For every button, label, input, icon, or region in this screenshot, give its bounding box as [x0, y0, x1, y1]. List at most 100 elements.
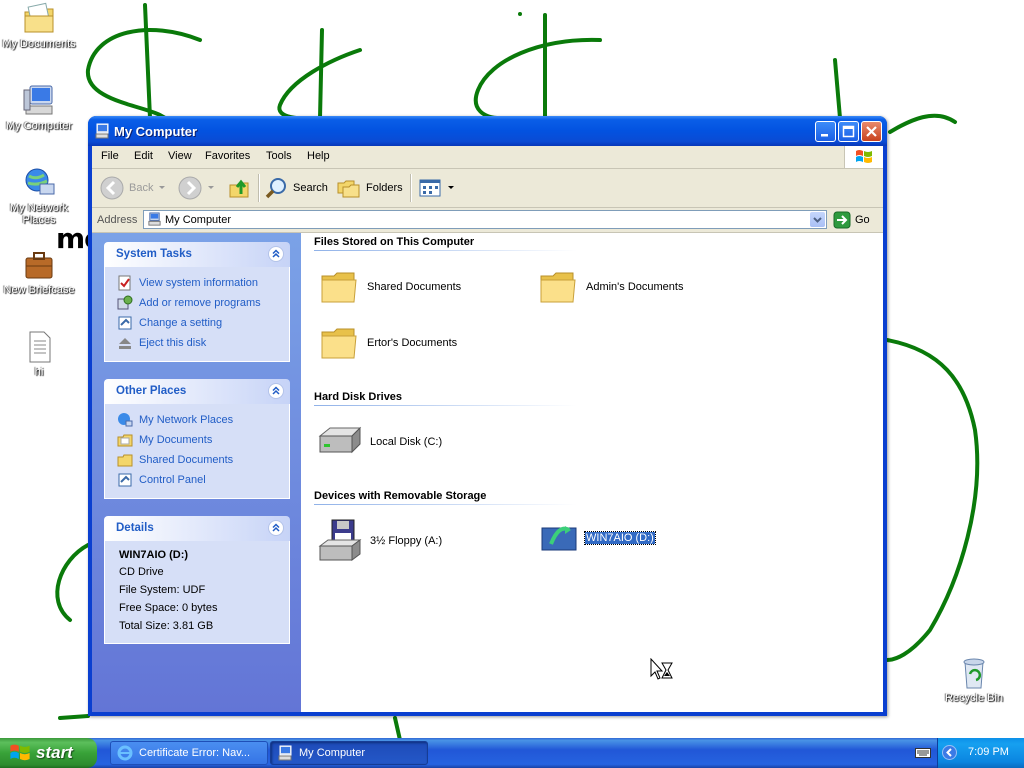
toolbar-separator: [258, 174, 260, 202]
dropdown-arrow-icon: [448, 186, 454, 189]
menu-help[interactable]: Help: [307, 150, 330, 162]
task-eject-disk[interactable]: Eject this disk: [117, 333, 289, 353]
menu-favorites[interactable]: Favorites: [205, 150, 250, 162]
dropdown-arrow-icon: [159, 186, 166, 189]
add-remove-programs-icon: [117, 295, 133, 310]
minimize-button[interactable]: [815, 121, 836, 142]
collapse-toggle[interactable]: [268, 383, 284, 399]
desktop-icon-label: My Computer: [5, 120, 73, 132]
address-dropdown-button[interactable]: [810, 212, 825, 227]
menu-view[interactable]: View: [168, 150, 192, 162]
taskbar-button-my-computer[interactable]: My Computer: [270, 741, 428, 765]
desktop-icon-recycle-bin[interactable]: Recycle Bin: [934, 656, 1014, 704]
panel-title: Details: [116, 522, 154, 534]
item-label: Shared Documents: [367, 281, 462, 293]
start-button[interactable]: start: [0, 738, 97, 768]
desktop-icon-text-file[interactable]: hi: [0, 330, 79, 378]
menu-bar: File Edit View Favorites Tools Help: [92, 146, 883, 169]
desktop-icon-label: New Briefcase: [3, 284, 75, 296]
text-file-icon: [29, 331, 51, 363]
details-header[interactable]: Details: [104, 516, 290, 541]
forward-arrow-icon: [178, 176, 202, 200]
item-shared-documents[interactable]: Shared Documents: [319, 267, 461, 307]
other-places-header[interactable]: Other Places: [104, 379, 290, 404]
my-documents-icon: [24, 2, 54, 33]
views-button[interactable]: [418, 176, 455, 200]
system-tasks-header[interactable]: System Tasks: [104, 242, 290, 267]
task-label: View system information: [139, 277, 259, 289]
start-label: start: [36, 743, 73, 762]
panel-title: System Tasks: [116, 248, 192, 260]
briefcase-icon: [25, 252, 53, 279]
group-header-files-stored: Files Stored on This Computer: [314, 236, 576, 251]
control-panel-icon: [118, 316, 132, 330]
address-label: Address: [97, 214, 138, 226]
task-view-system-info[interactable]: View system information: [117, 273, 289, 293]
desktop-icon-my-computer[interactable]: My Computer: [0, 84, 79, 132]
back-button[interactable]: Back: [100, 176, 166, 200]
maximize-button[interactable]: [838, 121, 859, 142]
menu-edit[interactable]: Edit: [134, 150, 153, 162]
hard-disk-icon: [318, 426, 362, 454]
recycle-bin-icon: [963, 658, 985, 689]
place-my-documents[interactable]: My Documents: [117, 430, 289, 450]
item-label: Admin's Documents: [586, 281, 684, 293]
other-places-body: My Network Places My Documents Shared Do…: [104, 404, 290, 499]
desktop-icon-my-documents[interactable]: My Documents: [0, 2, 79, 50]
menu-file[interactable]: File: [101, 150, 119, 162]
place-control-panel[interactable]: Control Panel: [117, 470, 289, 490]
my-computer-icon: [148, 212, 161, 226]
taskbar-button-certificate-error[interactable]: Certificate Error: Nav...: [110, 741, 268, 765]
place-label: My Network Places: [139, 414, 234, 426]
collapse-toggle[interactable]: [268, 520, 284, 536]
window-title: My Computer: [114, 124, 198, 139]
search-button[interactable]: Search: [264, 176, 328, 200]
place-label: Control Panel: [139, 474, 206, 486]
windows-flag-icon: [10, 744, 30, 761]
address-input[interactable]: My Computer: [143, 210, 827, 229]
chevron-left-icon: [946, 748, 952, 757]
my-documents-icon: [117, 434, 133, 447]
go-button[interactable]: Go: [833, 211, 870, 229]
up-folder-button[interactable]: [228, 176, 252, 200]
keyboard-icon[interactable]: [915, 748, 931, 758]
folder-icon: [321, 272, 357, 303]
window-titlebar[interactable]: My Computer: [88, 116, 887, 146]
place-shared-documents[interactable]: Shared Documents: [117, 450, 289, 470]
place-label: Shared Documents: [139, 454, 234, 466]
folders-icon: [337, 180, 360, 198]
forward-button[interactable]: [178, 176, 215, 200]
task-change-setting[interactable]: Change a setting: [117, 313, 289, 333]
item-win7aio-d[interactable]: WIN7AIO (D:): [541, 522, 656, 554]
task-pane: System Tasks View system information Add…: [92, 233, 301, 712]
close-button[interactable]: [861, 121, 882, 142]
item-local-disk-c[interactable]: Local Disk (C:): [316, 422, 442, 462]
menu-tools[interactable]: Tools: [266, 150, 292, 162]
show-hidden-icons-button[interactable]: [942, 745, 957, 760]
desktop-icon-network-places[interactable]: My Network Places: [0, 166, 79, 226]
folders-button[interactable]: Folders: [337, 176, 403, 200]
item-label: WIN7AIO (D:): [584, 531, 656, 545]
cd-drive-icon: [541, 526, 577, 551]
desktop-icon-label: My Network Places: [9, 202, 69, 226]
item-ertors-documents[interactable]: Ertor's Documents: [319, 323, 457, 363]
task-add-remove-programs[interactable]: Add or remove programs: [117, 293, 289, 313]
back-arrow-icon: [100, 176, 124, 200]
my-computer-window: My Computer File Edit View Favorites Too…: [88, 116, 887, 716]
chevron-up-icon: [272, 386, 280, 395]
collapse-toggle[interactable]: [268, 246, 284, 262]
desktop-icon-label: hi: [34, 366, 44, 378]
item-admins-documents[interactable]: Admin's Documents: [538, 267, 683, 307]
other-places-panel: Other Places My Network Places My Docume…: [104, 379, 290, 499]
item-floppy-a[interactable]: 3½ Floppy (A:): [316, 518, 442, 564]
clock[interactable]: 7:09 PM: [968, 746, 1009, 758]
busy-cursor-icon: [650, 658, 673, 680]
desktop-icon-briefcase[interactable]: New Briefcase: [0, 248, 79, 296]
task-label: Add or remove programs: [139, 297, 261, 309]
place-my-network-places[interactable]: My Network Places: [117, 410, 289, 430]
toolbar-separator: [410, 174, 412, 202]
detail-type: CD Drive: [119, 566, 164, 578]
search-icon: [265, 178, 286, 199]
maximize-icon: [842, 125, 855, 138]
close-icon: [866, 126, 877, 137]
